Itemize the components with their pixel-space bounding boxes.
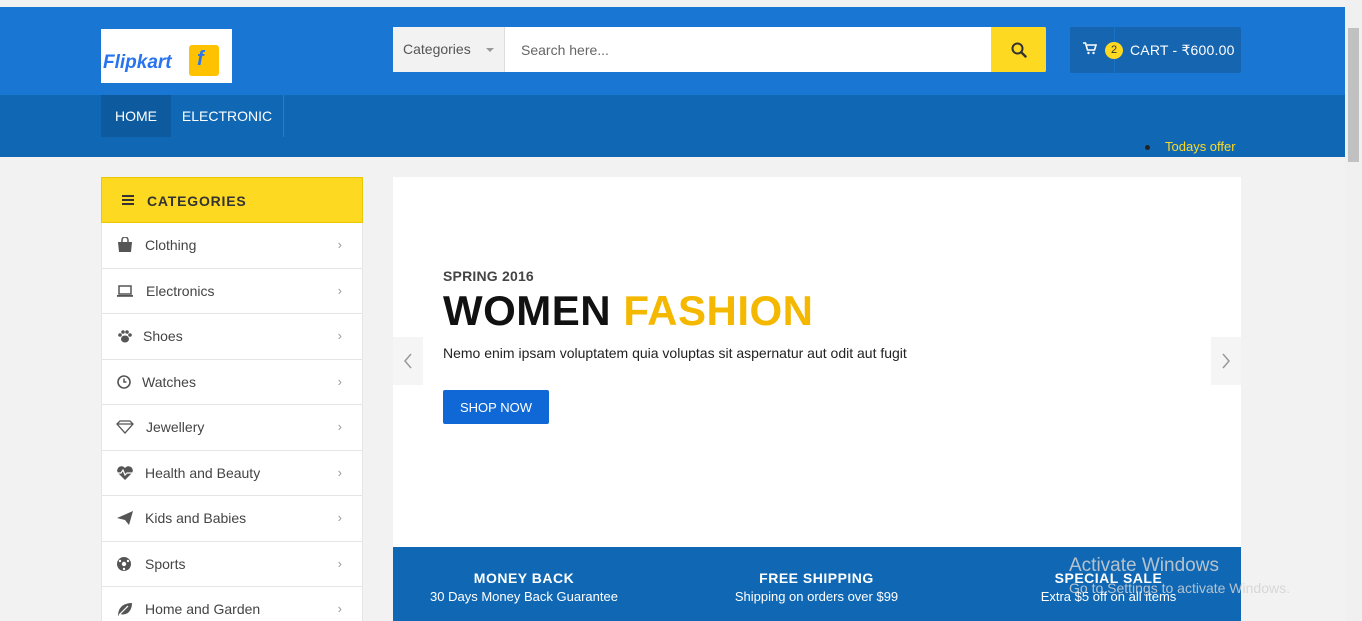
paper-plane-icon <box>117 511 133 525</box>
sidebar-item-label: Shoes <box>143 328 183 344</box>
menu-icon <box>122 195 134 205</box>
heartbeat-icon <box>117 465 133 480</box>
logo-text: Flipkart <box>103 52 172 73</box>
chevron-right-icon: › <box>337 464 342 480</box>
shopping-bag-icon <box>118 237 132 252</box>
feature-money-back: MONEY BACK 30 Days Money Back Guarantee <box>421 570 627 604</box>
sidebar-item-label: Home and Garden <box>145 601 261 617</box>
sidebar-item-label: Health and Beauty <box>145 464 261 481</box>
sidebar-item-label: Watches <box>142 373 196 390</box>
cart-total: CART - ₹600.00 <box>1130 42 1235 58</box>
chevron-right-icon: › <box>337 419 342 434</box>
banner-title: WOMEN FASHION <box>443 287 814 335</box>
nav-electronic[interactable]: ELECTRONIC <box>171 95 284 137</box>
diamond-icon <box>116 420 134 434</box>
sidebar-item-label: Clothing <box>145 237 197 253</box>
chevron-right-icon: › <box>337 555 342 571</box>
top-strip <box>0 0 1345 7</box>
laptop-icon <box>117 284 133 297</box>
feature-title: MONEY BACK <box>473 570 575 586</box>
leaf-icon <box>118 603 132 616</box>
bullet-icon <box>1145 145 1150 150</box>
main-nav: HOME ELECTRONIC Todays offer <box>0 95 1345 157</box>
chevron-right-icon: › <box>337 373 342 389</box>
banner-description: Nemo enim ipsam voluptatem quia voluptas… <box>443 345 907 361</box>
banner-title-part1: WOMEN <box>443 287 612 334</box>
cart-button[interactable]: 2 CART - ₹600.00 <box>1070 27 1241 73</box>
feature-text: Shipping on orders over $99 <box>734 589 899 604</box>
chevron-right-icon: › <box>337 601 342 616</box>
logo[interactable]: Flipkart f <box>101 29 232 83</box>
feature-free-shipping: FREE SHIPPING Shipping on orders over $9… <box>713 570 920 604</box>
soccer-ball-icon <box>117 556 131 571</box>
sidebar-item-home-and-garden[interactable]: Home and Garden › <box>101 587 363 621</box>
shop-now-button[interactable]: SHOP NOW <box>443 390 549 424</box>
banner-subtitle: SPRING 2016 <box>443 268 534 284</box>
hero-banner: SPRING 2016 WOMEN FASHION Nemo enim ipsa… <box>393 177 1241 547</box>
sidebar-item-label: Sports <box>145 555 186 572</box>
search-category-select[interactable]: Categories <box>393 27 505 72</box>
sidebar-item-kids-and-babies[interactable]: Kids and Babies › <box>101 496 363 542</box>
search-button[interactable] <box>991 27 1046 72</box>
sidebar-item-sports[interactable]: Sports › <box>101 541 363 587</box>
search-input[interactable] <box>505 27 991 72</box>
todays-offer-label: Todays offer <box>1165 139 1236 154</box>
header: Flipkart f Categories 2 CART - ₹600.00 <box>0 7 1345 95</box>
chevron-right-icon: › <box>337 282 342 298</box>
chevron-left-icon <box>404 353 412 369</box>
categories-header[interactable]: CATEGORIES <box>101 177 363 223</box>
search-icon <box>1011 42 1027 58</box>
sidebar-item-jewellery[interactable]: Jewellery › <box>101 405 363 451</box>
feature-title: FREE SHIPPING <box>759 570 874 586</box>
chevron-right-icon: › <box>337 510 342 525</box>
scrollbar-thumb[interactable] <box>1348 28 1359 162</box>
logo-bag-icon: f <box>189 45 219 76</box>
sidebar-item-label: Jewellery <box>146 419 205 435</box>
sidebar-item-clothing[interactable]: Clothing › <box>101 223 363 269</box>
chevron-right-icon <box>1222 353 1230 369</box>
page-scrollbar[interactable] <box>1345 0 1362 621</box>
slider-prev-button[interactable] <box>393 337 423 385</box>
sidebar-item-shoes[interactable]: Shoes › <box>101 314 363 360</box>
paw-icon <box>118 330 132 343</box>
caret-down-icon <box>486 48 494 52</box>
cart-icon <box>1083 42 1097 55</box>
nav-home[interactable]: HOME <box>101 95 171 137</box>
search-category-label: Categories <box>403 41 471 57</box>
slider-next-button[interactable] <box>1211 337 1241 385</box>
banner-title-part2: FASHION <box>623 287 814 334</box>
sidebar-item-electronics[interactable]: Electronics › <box>101 268 363 314</box>
chevron-right-icon: › <box>337 237 342 252</box>
feature-text: 30 Days Money Back Guarantee <box>430 589 618 604</box>
sidebar-item-watches[interactable]: Watches › <box>101 359 363 405</box>
category-sidebar: CATEGORIES Clothing › Electronics › Shoe… <box>101 177 363 621</box>
clock-icon <box>117 374 131 389</box>
sidebar-item-label: Electronics <box>146 282 215 299</box>
category-list: Clothing › Electronics › Shoes › Watches… <box>101 223 363 621</box>
sidebar-item-label: Kids and Babies <box>145 510 247 526</box>
search-bar: Categories <box>393 27 1046 72</box>
chevron-right-icon: › <box>337 328 342 343</box>
windows-watermark-title: Activate Windows <box>1069 555 1219 576</box>
sidebar-item-health-and-beauty[interactable]: Health and Beauty › <box>101 450 363 496</box>
cart-count-badge: 2 <box>1105 42 1123 59</box>
categories-title: CATEGORIES <box>147 193 247 209</box>
windows-watermark-text: Go to Settings to activate Windows. <box>1069 580 1290 596</box>
